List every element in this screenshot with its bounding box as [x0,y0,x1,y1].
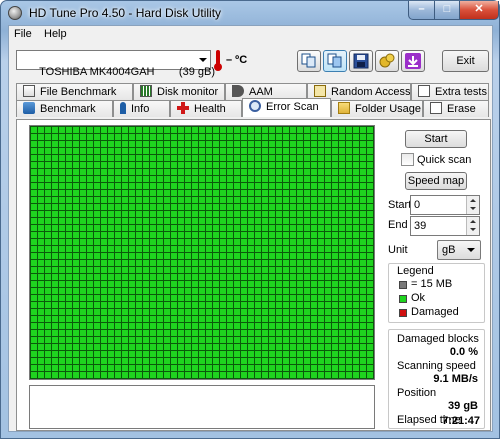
maximize-button[interactable]: □ [434,1,460,20]
health-cross-icon [177,102,189,114]
unit-select-value: gB [442,244,456,256]
drive-select-value: TOSHIBA MK4004GAH (39 gB) [39,66,216,78]
erase-icon [430,102,442,114]
damaged-blocks-label: Damaged blocks [397,333,479,345]
folder-icon [338,102,350,114]
minimize-button[interactable]: – [408,1,435,20]
disk-monitor-icon [140,85,152,97]
menu-bar: File Help [9,26,492,43]
save-icon [353,53,369,69]
options-button[interactable] [375,50,399,72]
copy-button[interactable] [297,50,321,72]
hd-tune-app-icon[interactable] [8,6,22,20]
unit-label: Unit [388,244,408,256]
end-field-value: 39 [414,220,427,232]
legend-block-swatch [399,281,407,289]
file-benchmark-icon [23,85,35,97]
app-window: HD Tune Pro 4.50 - Hard Disk Utility – □… [0,0,500,439]
drive-select[interactable]: TOSHIBA MK4004GAH (39 gB) [16,50,215,78]
save-button[interactable] [349,50,373,72]
exit-button[interactable]: Exit [442,50,489,72]
scan-log-box[interactable] [29,385,375,429]
menu-file[interactable]: File [14,28,32,40]
window-title: HD Tune Pro 4.50 - Hard Disk Utility [29,6,222,20]
scanning-speed-value: 9.1 MB/s [433,373,478,385]
start-field-value: 0 [414,199,421,211]
options-icon [379,53,395,68]
close-icon: ✕ [474,3,484,15]
tab-disk-monitor[interactable]: Disk monitor [133,83,225,100]
start-field-spinner[interactable] [466,196,479,214]
copy-all-icon [327,53,342,68]
position-value: 39 gB [448,400,478,412]
scan-stats-box: Damaged blocks 0.0 % Scanning speed 9.1 … [388,329,485,429]
end-field-spinner[interactable] [466,217,479,235]
copy-all-button[interactable] [323,50,347,72]
start-field-input[interactable]: 0 [410,195,480,215]
title-bar[interactable]: HD Tune Pro 4.50 - Hard Disk Utility – □… [1,1,499,25]
menu-help[interactable]: Help [44,28,67,40]
tab-health[interactable]: Health [170,100,242,117]
position-label: Position [397,387,437,399]
temperature-readout: – ºC [226,54,248,66]
random-access-icon [314,85,326,97]
legend-box: Legend = 15 MB Ok Damaged [388,263,485,323]
elapsed-time-value: 7:21:47 [442,415,480,427]
chevron-down-icon [467,248,475,252]
tab-error-scan[interactable]: Error Scan [242,98,331,117]
tab-extra-tests[interactable]: Extra tests [411,83,489,100]
damaged-blocks-value: 0.0 % [449,346,478,358]
speed-map-button[interactable]: Speed map [405,172,467,190]
tab-erase[interactable]: Erase [423,100,489,117]
thermometer-icon [214,50,222,71]
tab-benchmark[interactable]: Benchmark [16,100,113,117]
start-field-label: Start [388,199,412,211]
legend-ok-label: Ok [411,292,426,304]
quick-scan-label: Quick scan [417,154,472,166]
block-map-grid [29,125,375,380]
legend-damaged-swatch [399,309,407,317]
copy-icon [301,53,316,68]
legend-ok-swatch [399,295,407,303]
error-scan-panel: Start Quick scan Speed map Start 0 End 3… [16,119,491,431]
legend-damaged-label: Damaged [411,306,459,318]
quick-scan-checkbox[interactable] [401,153,414,166]
unit-select[interactable]: gB [437,240,481,260]
benchmark-icon [23,102,35,114]
aam-speaker-icon [232,85,244,97]
download-icon [405,53,421,69]
magnifier-icon [249,100,261,112]
maximize-icon: □ [443,3,451,15]
close-button[interactable]: ✕ [459,1,499,20]
start-button[interactable]: Start [405,130,467,148]
client-area: File Help TOSHIBA MK4004GAH (39 gB) – ºC [8,25,493,432]
end-field-label: End [388,219,408,231]
end-field-input[interactable]: 39 [410,216,480,236]
legend-title: Legend [397,265,434,277]
chevron-down-icon [199,58,207,62]
scanning-speed-label: Scanning speed [397,360,476,372]
tab-folder-usage[interactable]: Folder Usage [331,100,423,117]
minimize-icon: – [418,3,425,15]
extra-tests-icon [418,85,430,97]
tab-file-benchmark[interactable]: File Benchmark [16,83,133,100]
legend-block-size: = 15 MB [411,278,453,290]
download-button[interactable] [401,50,425,72]
info-icon [120,102,126,114]
tab-info[interactable]: Info [113,100,170,117]
